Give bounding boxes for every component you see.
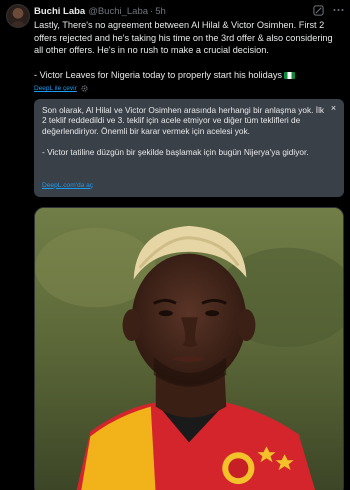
- tweet-paragraph-2-text: - Victor Leaves for Nigeria today to pro…: [34, 70, 283, 81]
- tweet-time[interactable]: 5h: [155, 6, 166, 17]
- more-options-icon[interactable]: [332, 4, 344, 16]
- translation-paragraph-2: - Victor tatiline düzgün bir şekilde baş…: [42, 146, 309, 157]
- player-photo: [35, 208, 343, 490]
- tweet-header: Buchi Laba @Buchi_Laba · 5h: [34, 4, 344, 18]
- translate-link[interactable]: DeepL ile çevir: [34, 85, 77, 92]
- deepl-source-link[interactable]: DeepL.com'da aç: [42, 181, 93, 191]
- close-icon[interactable]: ×: [329, 103, 338, 113]
- tweet-content: Buchi Laba @Buchi_Laba · 5h Lastly, Ther…: [34, 4, 344, 490]
- tweet-text: Lastly, There's no agreement between Al …: [34, 19, 344, 82]
- tweet: Buchi Laba @Buchi_Laba · 5h Lastly, Ther…: [0, 0, 350, 490]
- separator-dot: ·: [150, 5, 154, 17]
- tweet-paragraph-1: Lastly, There's no agreement between Al …: [34, 20, 333, 56]
- tweet-photo[interactable]: [34, 207, 344, 490]
- translate-row: DeepL ile çevir: [34, 84, 344, 94]
- author-handle[interactable]: @Buchi_Laba: [88, 6, 148, 17]
- translation-box: × Son olarak, Al Hilal ve Victor Osimhen…: [34, 98, 344, 197]
- avatar[interactable]: [6, 4, 30, 28]
- translation-paragraph-1: Son olarak, Al Hilal ve Victor Osimhen a…: [42, 104, 325, 136]
- settings-icon[interactable]: [81, 85, 88, 93]
- grok-icon[interactable]: [312, 4, 324, 16]
- nigeria-flag-icon: [284, 71, 296, 79]
- tweet-paragraph-2: - Victor Leaves for Nigeria today to pro…: [34, 69, 344, 82]
- author-name[interactable]: Buchi Laba: [34, 6, 85, 17]
- header-actions: [312, 4, 344, 16]
